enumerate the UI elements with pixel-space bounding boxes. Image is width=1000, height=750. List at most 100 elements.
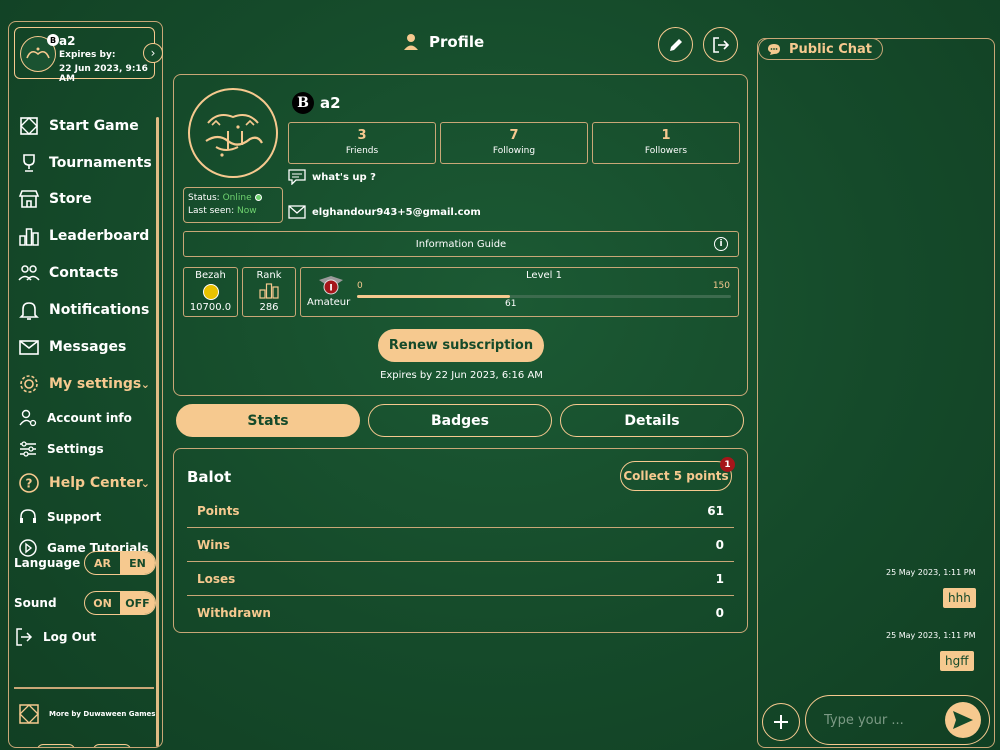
language-option-en[interactable]: EN: [120, 552, 155, 574]
sidebar-item-notifications[interactable]: Notifications: [17, 295, 152, 325]
profile-email: elghandour943+5@gmail.com: [288, 205, 481, 219]
collect-points-button[interactable]: Collect 5 points 1: [620, 457, 735, 491]
sidebar-item-label: My settings: [49, 376, 142, 392]
sidebar-item-help-center[interactable]: ? Help Center ⌄: [17, 468, 152, 498]
duwaween-logo-icon: [19, 704, 39, 724]
logout-button[interactable]: Log Out: [13, 622, 148, 652]
table-row: Points 61: [187, 494, 734, 528]
gear-icon: [17, 372, 41, 396]
game-thumbnail[interactable]: [37, 744, 75, 747]
leaderboard-icon: [17, 224, 41, 248]
chevron-down-icon: ⌄: [140, 476, 150, 490]
sidebar-item-label: Messages: [49, 339, 127, 355]
chat-message[interactable]: hhh: [943, 588, 976, 608]
svg-text:I: I: [329, 284, 332, 294]
stat-value: 0: [715, 537, 724, 552]
sidebar-item-label: Leaderboard: [49, 228, 150, 244]
stats-panel: Balot Collect 5 points 1 Points 61 Wins …: [173, 448, 748, 633]
game-thumbnail[interactable]: [93, 744, 131, 747]
tab-details[interactable]: Details: [560, 404, 744, 437]
level-value: 61: [505, 299, 517, 309]
sidebar-item-label: Start Game: [49, 118, 139, 134]
support-icon: [17, 506, 39, 528]
followers-label: Followers: [644, 146, 688, 156]
profile-card: Status: Online Last seen: Now B a2 3 Fri…: [173, 74, 748, 396]
baloot-logo-icon: [205, 114, 263, 157]
language-toggle[interactable]: AR EN: [84, 551, 156, 575]
plus-icon: [774, 715, 788, 729]
sidebar-item-settings[interactable]: Settings: [17, 434, 152, 464]
sidebar-item-account-info[interactable]: Account info: [17, 403, 152, 433]
bezah-value: 10700.0: [189, 302, 232, 313]
store-icon: [17, 187, 41, 211]
followers-stat[interactable]: 1 Followers: [592, 122, 740, 164]
more-by-link[interactable]: More by Duwaween Games: [17, 702, 155, 726]
sidebar-item-label: Help Center: [49, 475, 143, 491]
sound-row: Sound ON OFF: [14, 590, 159, 616]
language-option-ar[interactable]: AR: [85, 552, 120, 574]
sidebar-item-tournaments[interactable]: Tournaments: [17, 148, 152, 178]
user-expires-value: 22 Jun 2023, 9:16 AM: [59, 64, 148, 84]
sound-option-off[interactable]: OFF: [120, 592, 155, 614]
sidebar-item-store[interactable]: Store: [17, 184, 152, 214]
friends-label: Friends: [345, 146, 379, 156]
information-guide-button[interactable]: Information Guide i: [183, 231, 739, 257]
stat-key: Wins: [197, 537, 231, 552]
table-row: Loses 1: [187, 562, 734, 596]
friends-count: 3: [357, 128, 367, 143]
send-button[interactable]: [945, 702, 981, 738]
edit-profile-button[interactable]: [658, 27, 693, 62]
level-max: 150: [712, 281, 730, 291]
message-timestamp: 25 May 2023, 1:11 PM: [886, 631, 976, 640]
user-level-badge: B: [47, 34, 59, 46]
collect-points-label: Collect 5 points: [623, 469, 729, 483]
sidebar-item-label: Account info: [47, 411, 132, 425]
sidebar-item-contacts[interactable]: Contacts: [17, 258, 152, 288]
sidebar-item-leaderboard[interactable]: Leaderboard: [17, 221, 152, 251]
chat-message-input[interactable]: [824, 710, 934, 730]
renew-subscription-button[interactable]: Renew subscription: [378, 329, 544, 362]
sliders-icon: [17, 438, 39, 460]
information-guide-label: Information Guide: [415, 238, 507, 250]
friends-stat[interactable]: 3 Friends: [288, 122, 436, 164]
profile-name-text: a2: [320, 94, 341, 112]
profile-bio: what's up ?: [288, 169, 376, 185]
online-dot-icon: [254, 194, 262, 201]
public-chat-tab[interactable]: Public Chat: [758, 38, 883, 60]
chat-message[interactable]: hgff: [940, 651, 974, 671]
tab-stats[interactable]: Stats: [176, 404, 360, 437]
sidebar-item-label: Settings: [47, 442, 104, 456]
chevron-right-icon[interactable]: ›: [143, 43, 163, 63]
sidebar-item-support[interactable]: Support: [17, 502, 152, 532]
page-title-text: Profile: [429, 33, 485, 51]
logout-top-button[interactable]: [703, 27, 738, 62]
sidebar-item-start-game[interactable]: Start Game: [17, 111, 152, 141]
tab-badges[interactable]: Badges: [368, 404, 552, 437]
sidebar-scrollbar[interactable]: [156, 117, 159, 747]
sidebar-item-label: Tournaments: [49, 155, 152, 171]
page-title: Profile: [403, 33, 484, 51]
sidebar-item-label: Notifications: [49, 302, 150, 318]
rank-box: Rank 286: [242, 267, 296, 317]
stat-value: 1: [715, 571, 724, 586]
following-stat[interactable]: 7 Following: [440, 122, 588, 164]
level-min: 0: [357, 281, 363, 291]
stats-title: Balot: [187, 468, 232, 486]
pencil-icon: [669, 38, 682, 51]
chat-panel: [757, 38, 995, 748]
level-box: I Amateur Level 1 0 150 61: [300, 267, 739, 317]
level-progress-fill: [357, 295, 511, 298]
public-chat-label: Public Chat: [789, 41, 873, 57]
user-card[interactable]: B a2 Expires by: 22 Jun 2023, 9:16 AM: [14, 27, 155, 84]
sound-toggle[interactable]: ON OFF: [84, 591, 156, 615]
last-seen-label: Last seen:: [188, 206, 235, 216]
envelope-icon: [288, 205, 306, 219]
sidebar-item-my-settings[interactable]: My settings ⌄: [17, 369, 152, 399]
add-attachment-button[interactable]: [762, 703, 800, 741]
profile-level-badge: B: [292, 92, 314, 114]
exit-icon: [712, 36, 729, 53]
sound-option-on[interactable]: ON: [85, 592, 120, 614]
coin-icon: [202, 284, 219, 300]
bezah-box: Bezah 10700.0: [183, 267, 238, 317]
sidebar-item-messages[interactable]: Messages: [17, 332, 152, 362]
